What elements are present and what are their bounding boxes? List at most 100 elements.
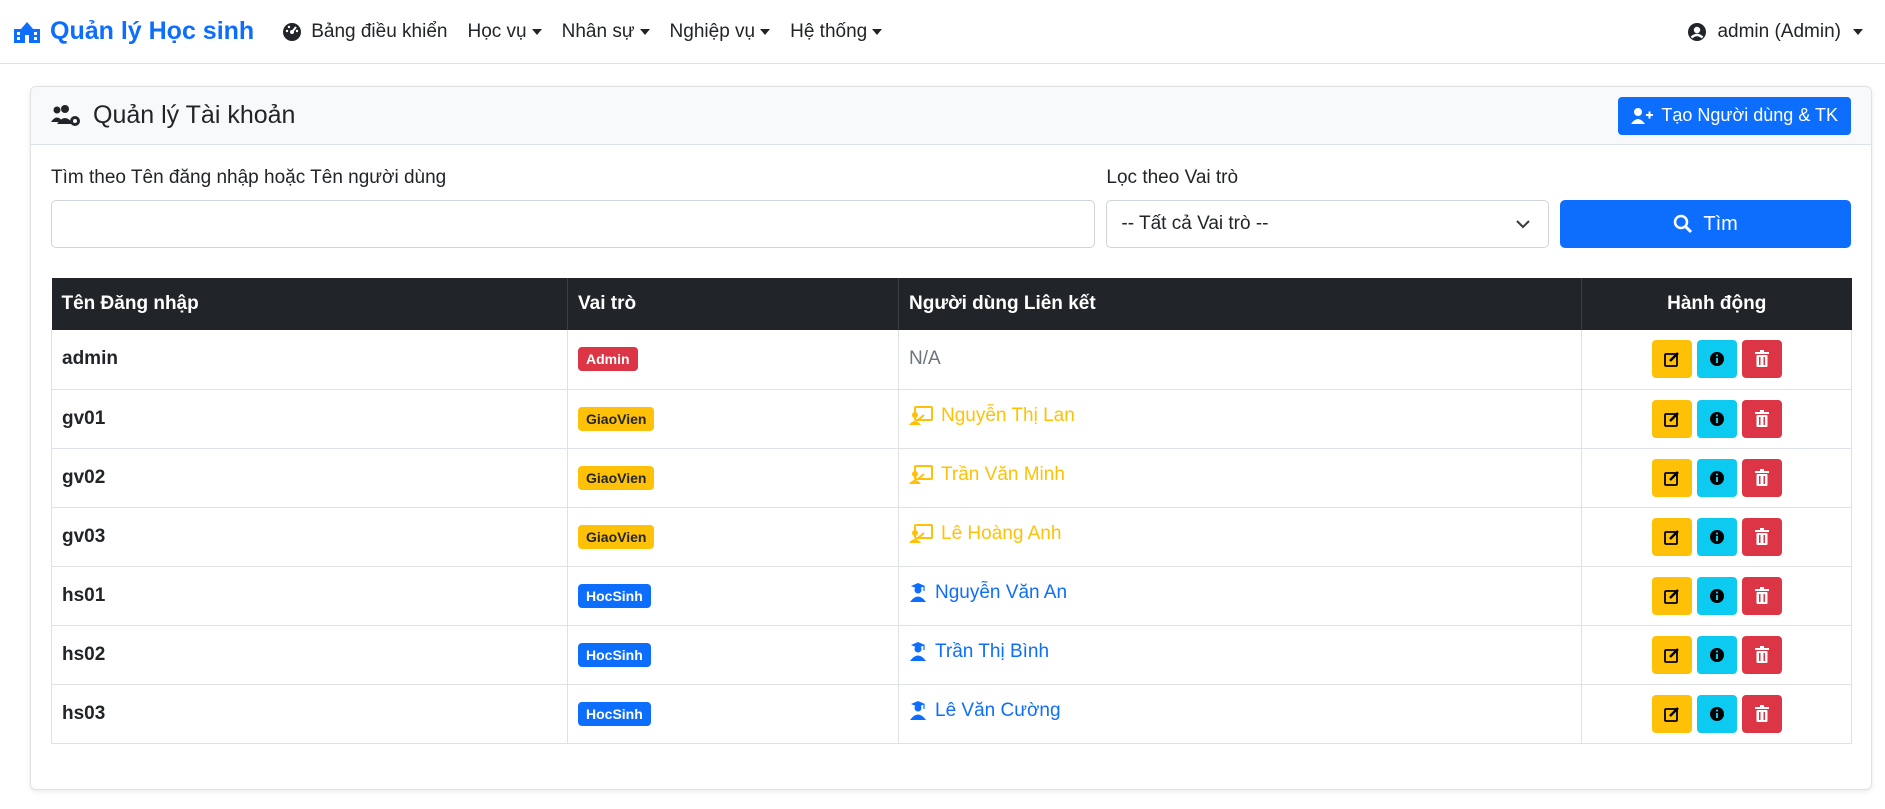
username-cell: gv03: [51, 507, 568, 567]
edit-button[interactable]: [1651, 694, 1692, 733]
brand-link[interactable]: Quản lý Học sinh: [14, 17, 254, 46]
info-button[interactable]: [1696, 340, 1737, 379]
nav-dashboard[interactable]: Bảng điều khiển: [282, 21, 447, 43]
user-name: admin (Admin): [1717, 20, 1841, 42]
student-icon: [910, 583, 926, 602]
nav-hoc-vu[interactable]: Học vụ: [467, 21, 542, 43]
info-button[interactable]: [1696, 576, 1737, 615]
actions-cell: [1581, 448, 1852, 508]
edit-button[interactable]: [1651, 458, 1692, 497]
chevron-down-icon: [1516, 219, 1530, 228]
actions-cell: [1581, 625, 1852, 685]
linked-user-link[interactable]: Trần Văn Minh: [909, 464, 1065, 486]
school-icon: [14, 21, 40, 43]
info-button[interactable]: [1696, 399, 1737, 438]
table-header-row: Tên Đăng nhập Vai trò Người dùng Liên kế…: [51, 278, 1852, 330]
info-icon: [1709, 588, 1724, 603]
search-input[interactable]: [51, 200, 1096, 248]
role-cell: HocSinh: [567, 566, 899, 626]
info-button[interactable]: [1696, 517, 1737, 556]
role-badge: HocSinh: [578, 642, 651, 667]
role-select[interactable]: -- Tất cả Vai trò --: [1106, 200, 1550, 248]
create-user-account-button[interactable]: Tạo Người dùng & TK: [1618, 96, 1851, 135]
header-username: Tên Đăng nhập: [51, 278, 568, 330]
linked-user-name: Trần Thị Bình: [935, 641, 1050, 662]
caret-down-icon: [639, 28, 650, 35]
trash-icon: [1754, 704, 1769, 722]
user-plus-icon: [1631, 107, 1654, 124]
trash-icon: [1754, 645, 1769, 663]
linked-cell: Nguyễn Thị Lan: [898, 389, 1582, 449]
delete-button[interactable]: [1741, 517, 1782, 556]
linked-cell: N/A: [898, 330, 1582, 390]
role-badge: GiaoVien: [578, 524, 655, 549]
nav-dashboard-label: Bảng điều khiển: [311, 20, 448, 42]
info-icon: [1709, 470, 1724, 485]
role-cell: Admin: [567, 330, 899, 390]
edit-button[interactable]: [1651, 576, 1692, 615]
filter-form: Tìm theo Tên đăng nhập hoặc Tên người dù…: [51, 167, 1851, 248]
edit-icon: [1663, 647, 1679, 663]
info-button[interactable]: [1696, 635, 1737, 674]
role-badge: GiaoVien: [578, 406, 655, 431]
user-menu[interactable]: admin (Admin): [1687, 21, 1863, 43]
edit-icon: [1663, 529, 1679, 545]
users-cog-icon: [51, 104, 80, 126]
info-icon: [1709, 706, 1724, 721]
search-button[interactable]: Tìm: [1560, 200, 1851, 248]
top-navbar: Quản lý Học sinh Bảng điều khiển Học vụ …: [0, 0, 1885, 64]
nav-nhan-su[interactable]: Nhân sự: [562, 21, 650, 43]
info-icon: [1709, 647, 1724, 662]
brand-title: Quản lý Học sinh: [50, 17, 255, 45]
username-cell: hs02: [51, 625, 568, 685]
linked-user-na: N/A: [909, 348, 941, 370]
page-title-text: Quản lý Tài khoản: [93, 101, 296, 129]
search-group: Tìm theo Tên đăng nhập hoặc Tên người dù…: [51, 167, 1096, 248]
actions-cell: [1581, 389, 1852, 449]
linked-user-link[interactable]: Nguyễn Văn An: [909, 582, 1067, 604]
linked-user-link[interactable]: Lê Hoàng Anh: [909, 523, 1061, 545]
header-role: Vai trò: [567, 278, 899, 330]
role-cell: GiaoVien: [567, 389, 899, 449]
delete-button[interactable]: [1741, 576, 1782, 615]
role-cell: HocSinh: [567, 684, 899, 744]
edit-button[interactable]: [1651, 340, 1692, 379]
dashboard-icon: [283, 22, 302, 41]
search-button-label: Tìm: [1703, 212, 1738, 235]
info-button[interactable]: [1696, 694, 1737, 733]
info-button[interactable]: [1696, 458, 1737, 497]
edit-button[interactable]: [1651, 517, 1692, 556]
username-cell: hs01: [51, 566, 568, 626]
edit-icon: [1663, 588, 1679, 604]
table-row: hs03 HocSinh Lê Văn Cường: [51, 684, 1852, 744]
delete-button[interactable]: [1741, 694, 1782, 733]
username-cell: hs03: [51, 684, 568, 744]
trash-icon: [1754, 409, 1769, 427]
actions-cell: [1581, 684, 1852, 744]
trash-icon: [1754, 527, 1769, 545]
linked-user-name: Lê Văn Cường: [935, 700, 1061, 721]
linked-user-link[interactable]: Trần Thị Bình: [909, 641, 1049, 663]
nav-he-thong[interactable]: Hệ thống: [790, 21, 883, 43]
role-badge: Admin: [578, 347, 638, 372]
header-actions: Hành động: [1667, 293, 1767, 314]
actions-cell: [1581, 330, 1852, 390]
delete-button[interactable]: [1741, 458, 1782, 497]
nav-nghiep-vu[interactable]: Nghiệp vụ: [670, 21, 771, 43]
info-icon: [1709, 411, 1724, 426]
delete-button[interactable]: [1741, 340, 1782, 379]
caret-down-icon: [872, 28, 883, 35]
delete-button[interactable]: [1741, 399, 1782, 438]
linked-user-link[interactable]: Nguyễn Thị Lan: [909, 405, 1075, 427]
search-icon: [1674, 214, 1693, 234]
accounts-card: Quản lý Tài khoản Tạo Người dùng & TK Tì…: [30, 86, 1872, 790]
teacher-icon: [909, 524, 933, 543]
linked-cell: Lê Hoàng Anh: [898, 507, 1582, 567]
delete-button[interactable]: [1741, 635, 1782, 674]
edit-button[interactable]: [1651, 635, 1692, 674]
linked-user-link[interactable]: Lê Văn Cường: [909, 700, 1061, 722]
edit-icon: [1663, 470, 1679, 486]
edit-button[interactable]: [1651, 399, 1692, 438]
table-row: gv01 GiaoVien Nguyễn Thị Lan: [51, 389, 1852, 449]
linked-cell: Lê Văn Cường: [898, 684, 1582, 744]
